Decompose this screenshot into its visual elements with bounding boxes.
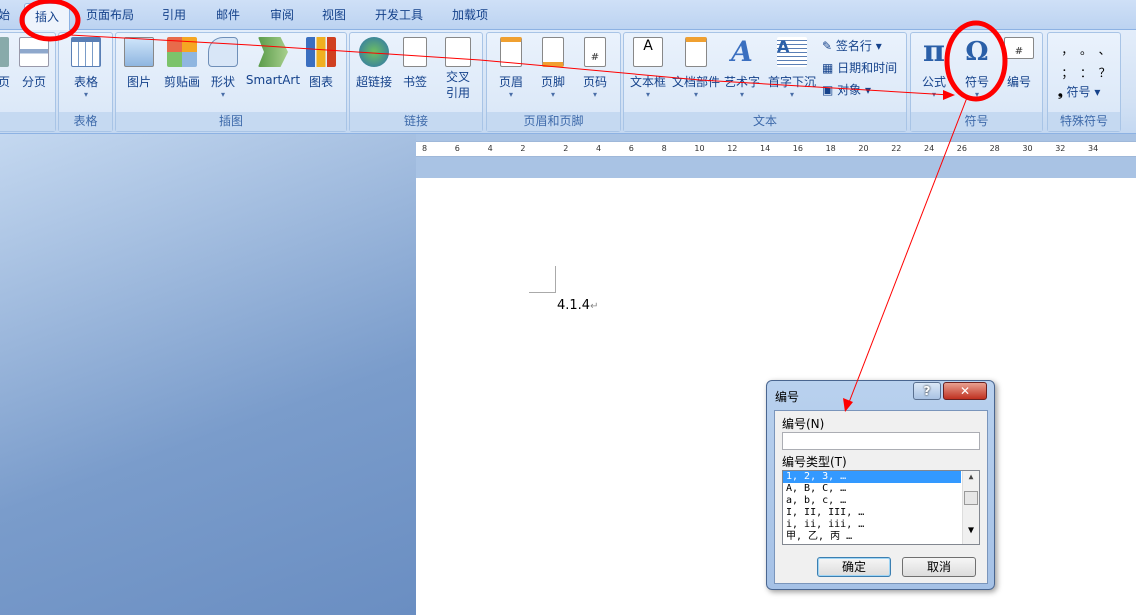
arrow-head-icon [943,90,955,100]
annotation-overlay [19,0,1008,412]
highlight-symbol-circle [944,20,1008,102]
annotation-arrow-line [69,34,951,96]
highlight-insert-tab-circle [19,0,81,42]
annotation-arrow-line-2 [847,94,969,406]
arrow-head-icon-2 [843,398,853,412]
